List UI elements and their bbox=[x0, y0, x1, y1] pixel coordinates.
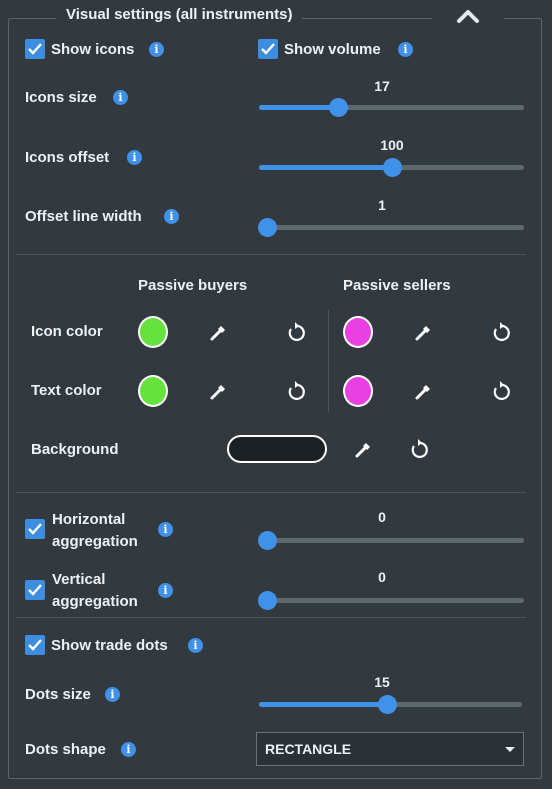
offset-line-width-value: 1 bbox=[378, 197, 386, 213]
slider-fill bbox=[259, 165, 392, 170]
background-label: Background bbox=[31, 441, 119, 458]
slider-thumb[interactable] bbox=[383, 158, 402, 177]
slider-thumb[interactable] bbox=[329, 98, 348, 117]
vertical-aggregation-slider[interactable] bbox=[258, 591, 524, 610]
buyers-icon-color-swatch[interactable] bbox=[138, 316, 168, 348]
reset-icon[interactable] bbox=[490, 380, 512, 402]
show-trade-dots-checkbox[interactable] bbox=[25, 635, 45, 655]
eyedropper-icon[interactable] bbox=[208, 380, 230, 402]
horizontal-aggregation-value: 0 bbox=[378, 509, 386, 525]
vertical-aggregation-value: 0 bbox=[378, 569, 386, 585]
show-volume-checkbox[interactable] bbox=[258, 39, 278, 59]
info-icon[interactable]: i bbox=[127, 150, 142, 165]
sellers-icon-color-swatch[interactable] bbox=[343, 316, 373, 348]
slider-thumb[interactable] bbox=[258, 531, 277, 550]
icons-offset-slider[interactable] bbox=[259, 158, 524, 177]
slider-thumb[interactable] bbox=[378, 695, 397, 714]
info-icon[interactable]: i bbox=[164, 209, 179, 224]
dots-size-slider[interactable] bbox=[259, 695, 522, 714]
passive-buyers-header: Passive buyers bbox=[138, 277, 248, 294]
horizontal-aggregation-checkbox[interactable] bbox=[25, 519, 45, 539]
horizontal-aggregation-slider[interactable] bbox=[258, 531, 524, 550]
show-volume-label: Show volume bbox=[284, 41, 381, 58]
check-icon bbox=[28, 43, 42, 55]
column-separator bbox=[328, 310, 329, 412]
dots-shape-label: Dots shape bbox=[25, 741, 106, 758]
info-icon[interactable]: i bbox=[149, 42, 164, 57]
dots-shape-select[interactable]: RECTANGLE bbox=[256, 732, 524, 766]
info-icon[interactable]: i bbox=[113, 90, 128, 105]
divider bbox=[16, 617, 526, 618]
reset-icon[interactable] bbox=[408, 438, 430, 460]
reset-icon[interactable] bbox=[285, 380, 307, 402]
check-icon bbox=[28, 639, 42, 651]
passive-sellers-header: Passive sellers bbox=[343, 277, 451, 294]
slider-thumb[interactable] bbox=[258, 591, 277, 610]
slider-fill bbox=[259, 105, 338, 110]
info-icon[interactable]: i bbox=[398, 42, 413, 57]
eyedropper-icon[interactable] bbox=[208, 321, 230, 343]
info-icon[interactable]: i bbox=[188, 638, 203, 653]
dots-size-label: Dots size bbox=[25, 686, 91, 703]
icons-offset-value: 100 bbox=[380, 137, 404, 153]
vertical-aggregation-checkbox[interactable] bbox=[25, 580, 45, 600]
vertical-aggregation-label-2: aggregation bbox=[52, 593, 138, 610]
show-icons-label: Show icons bbox=[51, 41, 135, 58]
offset-line-width-label: Offset line width bbox=[25, 208, 142, 225]
dots-size-value: 15 bbox=[374, 674, 390, 690]
vertical-aggregation-label-1: Vertical bbox=[52, 571, 106, 588]
sellers-text-color-swatch[interactable] bbox=[343, 375, 373, 407]
reset-icon[interactable] bbox=[490, 321, 512, 343]
collapse-button[interactable] bbox=[432, 4, 504, 30]
show-trade-dots-label: Show trade dots bbox=[51, 637, 168, 654]
eyedropper-icon[interactable] bbox=[353, 438, 375, 460]
icon-color-label: Icon color bbox=[31, 323, 103, 340]
chevron-up-icon bbox=[457, 10, 479, 23]
show-icons-checkbox[interactable] bbox=[25, 39, 45, 59]
eyedropper-icon[interactable] bbox=[413, 380, 435, 402]
background-color-swatch[interactable] bbox=[227, 435, 327, 463]
text-color-label: Text color bbox=[31, 382, 102, 399]
check-icon bbox=[261, 43, 275, 55]
check-icon bbox=[28, 523, 42, 535]
info-icon[interactable]: i bbox=[121, 742, 136, 757]
dropdown-caret-icon bbox=[505, 747, 515, 752]
icons-size-slider[interactable] bbox=[259, 98, 524, 117]
slider-thumb[interactable] bbox=[258, 218, 277, 237]
icons-offset-label: Icons offset bbox=[25, 149, 110, 166]
dots-shape-selected: RECTANGLE bbox=[265, 741, 352, 757]
divider bbox=[16, 492, 526, 493]
check-icon bbox=[28, 584, 42, 596]
panel-title: Visual settings (all instruments) bbox=[56, 6, 303, 23]
info-icon[interactable]: i bbox=[105, 687, 120, 702]
offset-line-width-slider[interactable] bbox=[258, 218, 524, 237]
horizontal-aggregation-label-1: Horizontal bbox=[52, 511, 126, 528]
eyedropper-icon[interactable] bbox=[413, 321, 435, 343]
icons-size-label: Icons size bbox=[25, 89, 97, 106]
buyers-text-color-swatch[interactable] bbox=[138, 375, 168, 407]
reset-icon[interactable] bbox=[285, 321, 307, 343]
slider-fill bbox=[259, 702, 387, 707]
horizontal-aggregation-label-2: aggregation bbox=[52, 533, 138, 550]
info-icon[interactable]: i bbox=[158, 522, 173, 537]
divider bbox=[16, 254, 526, 255]
icons-size-value: 17 bbox=[374, 78, 390, 94]
info-icon[interactable]: i bbox=[158, 583, 173, 598]
